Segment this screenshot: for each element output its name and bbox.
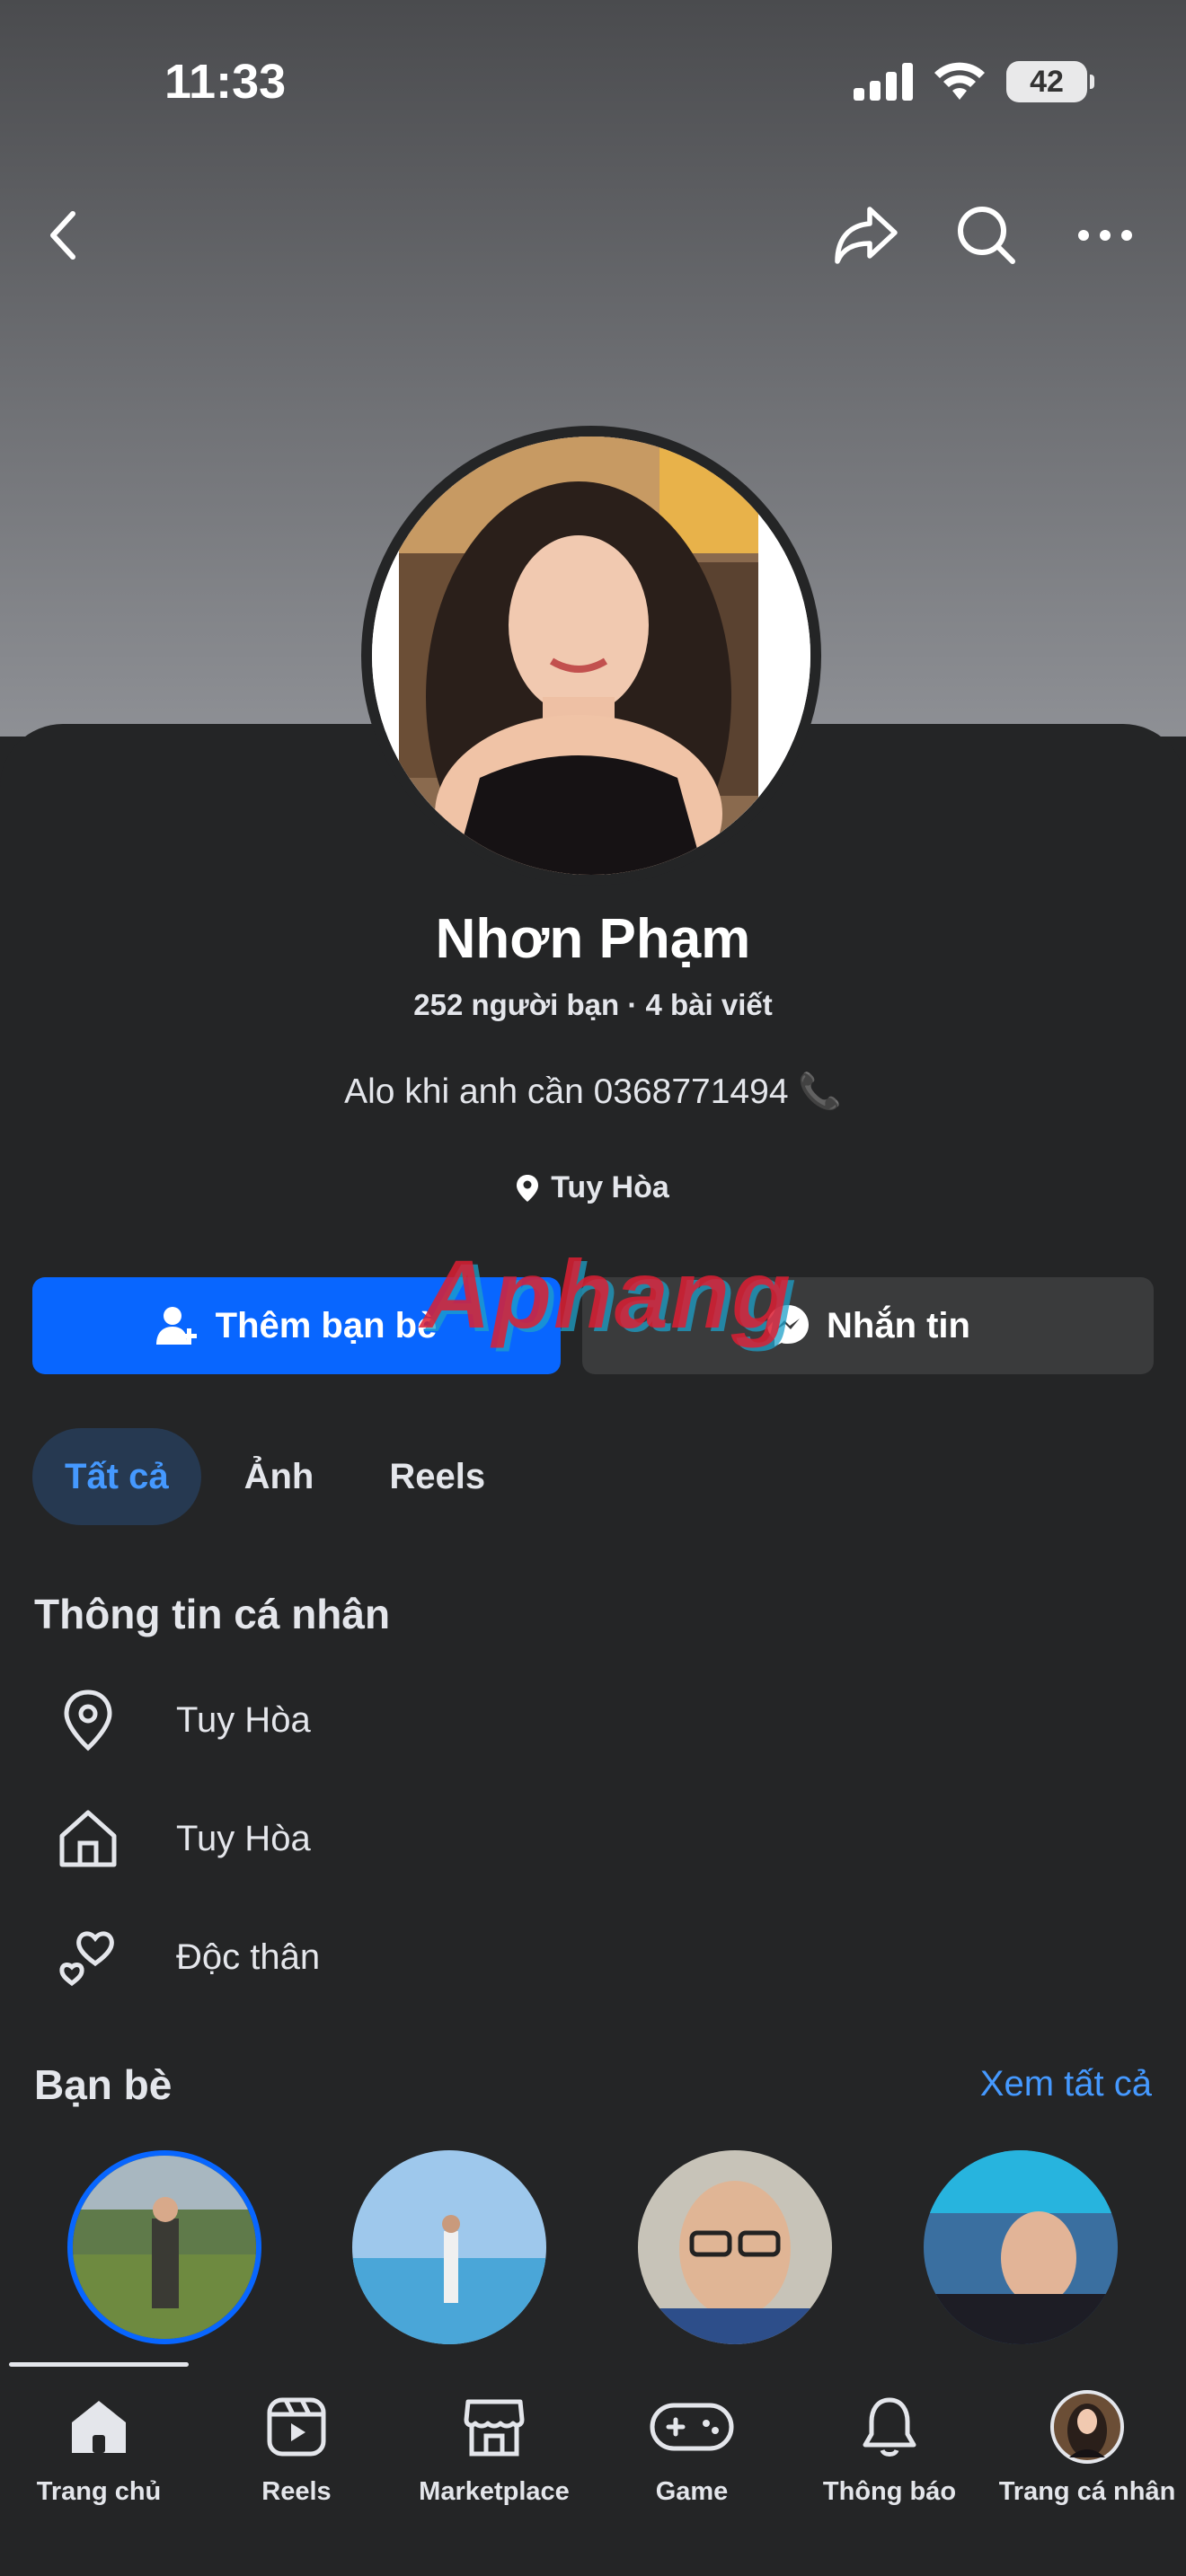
profile-avatar-icon [1050,2390,1124,2464]
search-icon [958,207,1015,264]
see-all-friends-link[interactable]: Xem tất cả [980,2064,1152,2104]
status-icons: 42 [854,61,1094,102]
profile-avatar[interactable] [372,437,810,875]
info-row-relationship-text: Độc thân [176,1936,321,1977]
wifi-icon [934,62,985,100]
info-row-hometown-text: Tuy Hòa [176,1818,311,1858]
friend-avatar[interactable] [67,2150,261,2344]
status-time: 11:33 [164,55,287,109]
profile-photo [372,437,810,875]
tab-reels[interactable]: Reels [357,1428,518,1525]
share-button[interactable] [830,199,902,271]
home-icon [72,2401,126,2453]
profile-location: Tuy Hòa [0,1170,1186,1205]
profile-name: Nhơn Phạm [435,908,751,970]
share-icon [835,207,898,264]
tab-all[interactable]: Tất cả [32,1428,201,1525]
battery-indicator: 42 [1006,61,1094,102]
home-icon [59,1810,117,1867]
back-button[interactable] [29,199,101,271]
profile-bio: Alo khi anh cần 0368771494 📞 [344,1072,842,1111]
profile-stats[interactable]: 252 người bạn · 4 bài viết [0,988,1186,1022]
add-person-icon [155,1307,197,1345]
location-pin-icon [517,1174,539,1202]
info-row-location: Tuy Hòa [52,1684,311,1756]
nav-marketplace[interactable]: Marketplace [395,2389,593,2507]
tab-photos[interactable]: Ảnh [212,1428,347,1525]
nav-profile[interactable]: Trang cá nhân [988,2389,1186,2507]
friend-avatar[interactable] [924,2150,1118,2344]
about-section-title: Thông tin cá nhân [34,1591,391,1637]
hearts-icon [59,1931,114,1987]
nav-game-label: Game [655,2477,729,2506]
add-friend-label: Thêm bạn bè [215,1305,438,1345]
more-dots-icon [1078,230,1132,241]
info-row-hometown: Tuy Hòa [52,1803,311,1875]
bell-icon [863,2397,916,2457]
reels-icon [267,2397,326,2457]
location-pin-icon [64,1689,112,1751]
nav-notifications-label: Thông báo [822,2477,957,2506]
profile-location-text: Tuy Hòa [551,1170,669,1204]
more-options-button[interactable] [1069,199,1141,271]
info-row-location-text: Tuy Hòa [176,1699,311,1740]
message-label: Nhắn tin [827,1305,970,1345]
friend-avatar[interactable] [638,2150,832,2344]
active-tab-indicator [9,2362,189,2367]
nav-notifications[interactable]: Thông báo [791,2389,988,2507]
info-row-relationship: Độc thân [52,1921,320,1993]
friend-avatar[interactable] [352,2150,546,2344]
marketplace-icon [464,2399,525,2457]
gamepad-icon [650,2403,734,2451]
nav-reels-label: Reels [261,2477,332,2506]
nav-home-label: Trang chủ [36,2477,162,2506]
profile-tabs: Tất cả Ảnh Reels [32,1428,518,1525]
nav-marketplace-label: Marketplace [419,2477,570,2506]
watermark-logo: Aphang [420,1239,792,1348]
search-button[interactable] [951,199,1022,271]
nav-home[interactable]: Trang chủ [0,2389,198,2507]
nav-profile-label: Trang cá nhân [998,2477,1176,2506]
chevron-left-icon [50,211,75,260]
friends-section-title: Bạn bè [34,2061,173,2108]
nav-reels[interactable]: Reels [198,2389,395,2507]
nav-game[interactable]: Game [593,2389,791,2507]
signal-icon [854,63,913,101]
